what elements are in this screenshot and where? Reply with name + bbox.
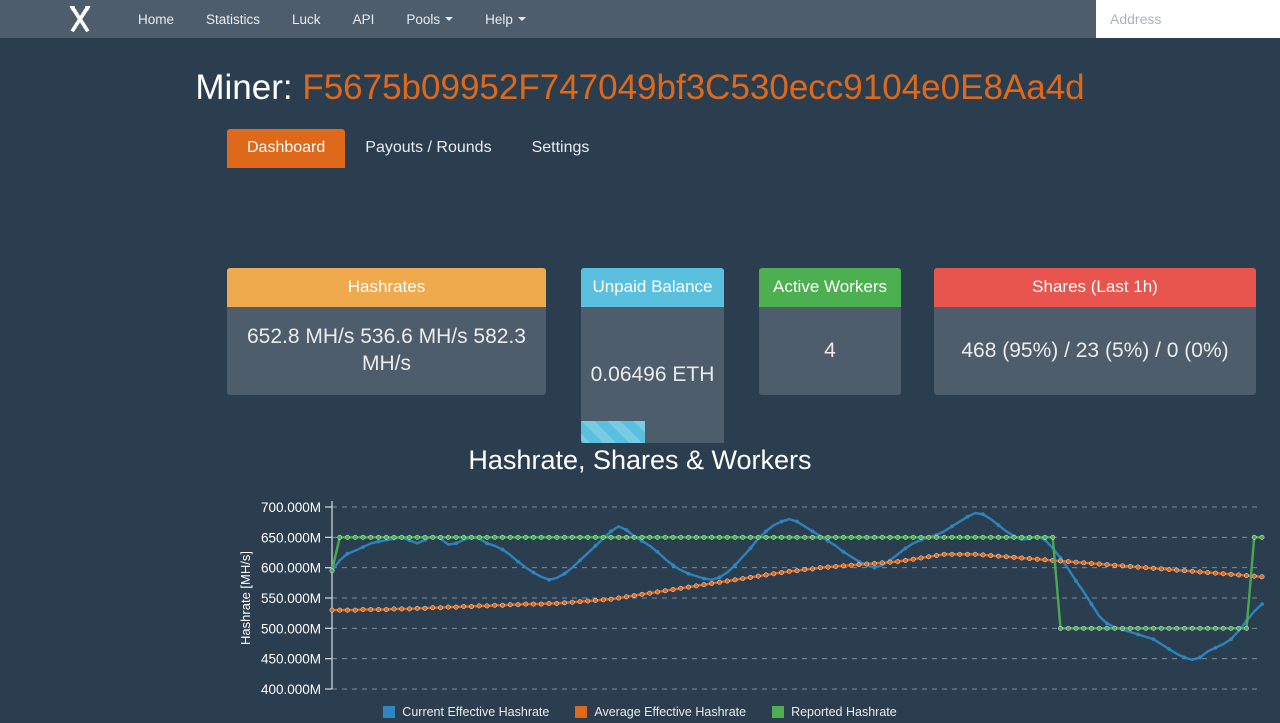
nav-link-label: Pools xyxy=(406,11,441,27)
card-hashrates-value: 652.8 MH/s 536.6 MH/s 582.3 MH/s xyxy=(247,325,526,375)
card-shares: Shares (Last 1h) 468 (95%) / 23 (5%) / 0… xyxy=(934,268,1256,395)
chevron-down-icon xyxy=(445,17,454,21)
crossed-hammers-icon xyxy=(69,6,91,33)
legend-label: Average Effective Hashrate xyxy=(594,705,747,719)
nav-link-label: Statistics xyxy=(206,11,261,27)
tab-dashboard[interactable]: Dashboard xyxy=(227,129,346,168)
svg-text:650.000M: 650.000M xyxy=(261,530,321,545)
card-unpaid-balance-title: Unpaid Balance xyxy=(581,268,724,307)
svg-text:600.000M: 600.000M xyxy=(261,561,321,576)
svg-text:400.000M: 400.000M xyxy=(261,682,321,697)
miner-address: F5675b09952F747049bf3C530ecc9104e0E8Aa4d xyxy=(302,68,1085,107)
nav-link-label: Luck xyxy=(292,11,321,27)
svg-text:450.000M: 450.000M xyxy=(261,652,321,667)
chart-plot-area[interactable]: 700.000M 650.000M 600.000M 550.000M 500.000M… xyxy=(0,493,1280,723)
legend-label: Current Effective Hashrate xyxy=(402,705,550,719)
tab-label: Payouts / Rounds xyxy=(365,139,492,156)
card-hashrates-body: 652.8 MH/s 536.6 MH/s 582.3 MH/s xyxy=(227,306,546,395)
tab-bar: Dashboard Payouts / Rounds Settings xyxy=(227,129,609,168)
tab-payouts-rounds[interactable]: Payouts / Rounds xyxy=(345,129,511,168)
page-title: Miner: F5675b09952F747049bf3C530ecc9104e… xyxy=(0,68,1280,108)
card-unpaid-balance: Unpaid Balance 0.06496 ETH xyxy=(581,268,724,443)
address-search-input[interactable] xyxy=(1096,0,1280,38)
miner-label: Miner: xyxy=(195,68,303,107)
site-logo[interactable] xyxy=(60,0,100,38)
legend-swatch xyxy=(575,706,588,718)
legend-swatch xyxy=(772,706,785,718)
nav-links: Home Statistics Luck API Pools Help xyxy=(122,0,542,38)
card-active-workers-title: Active Workers xyxy=(759,268,901,307)
card-active-workers: Active Workers 4 xyxy=(759,268,901,395)
legend-item-average-effective-hashrate[interactable]: Average Effective Hashrate xyxy=(575,705,746,719)
navbar: Home Statistics Luck API Pools Help xyxy=(0,0,1280,38)
svg-text:550.000M: 550.000M xyxy=(261,591,321,606)
card-active-workers-value: 4 xyxy=(824,338,836,362)
card-shares-value: 468 (95%) / 23 (5%) / 0 (0%) xyxy=(961,338,1229,362)
nav-link-label: Help xyxy=(485,11,513,27)
card-unpaid-balance-body: 0.06496 ETH xyxy=(581,306,724,443)
legend-swatch xyxy=(383,706,396,718)
tab-label: Dashboard xyxy=(247,139,326,156)
chevron-down-icon xyxy=(517,17,526,21)
card-unpaid-balance-value: 0.06496 ETH xyxy=(590,362,715,386)
svg-text:Hashrate [MH/s]: Hashrate [MH/s] xyxy=(238,551,253,645)
payout-progress-bar xyxy=(581,420,646,443)
chart-title: Hashrate, Shares & Workers xyxy=(468,445,812,475)
hashrate-line-chart: 700.000M 650.000M 600.000M 550.000M 500.000M… xyxy=(238,500,1265,697)
stat-cards: Hashrates 652.8 MH/s 536.6 MH/s 582.3 MH… xyxy=(0,228,1280,443)
card-shares-title: Shares (Last 1h) xyxy=(934,268,1256,307)
nav-link-label: Home xyxy=(138,11,175,27)
card-active-workers-body: 4 xyxy=(759,306,901,395)
hashrate-chart-section: Hashrate, Shares & Workers 700.000M 650.0… xyxy=(0,443,1280,720)
card-shares-body: 468 (95%) / 23 (5%) / 0 (0%) xyxy=(934,306,1256,395)
svg-text:500.000M: 500.000M xyxy=(261,621,321,636)
legend-label: Reported Hashrate xyxy=(791,705,897,719)
legend-item-current-effective-hashrate[interactable]: Current Effective Hashrate xyxy=(383,705,549,719)
nav-link-statistics[interactable]: Statistics xyxy=(190,0,276,38)
nav-link-pools[interactable]: Pools xyxy=(390,0,469,38)
nav-link-label: API xyxy=(352,11,375,27)
page-content: Miner: F5675b09952F747049bf3C530ecc9104e… xyxy=(0,38,1280,720)
payout-progress-track xyxy=(581,420,724,443)
tab-settings[interactable]: Settings xyxy=(512,129,610,168)
chart-legend: Current Effective Hashrate Average Effec… xyxy=(0,705,1280,719)
svg-text:700.000M: 700.000M xyxy=(261,500,321,515)
tab-label: Settings xyxy=(531,139,590,156)
nav-link-help[interactable]: Help xyxy=(469,0,542,38)
nav-link-luck[interactable]: Luck xyxy=(276,0,337,38)
legend-item-reported-hashrate[interactable]: Reported Hashrate xyxy=(772,705,897,719)
nav-link-home[interactable]: Home xyxy=(122,0,190,38)
card-hashrates: Hashrates 652.8 MH/s 536.6 MH/s 582.3 MH… xyxy=(227,268,546,395)
nav-link-api[interactable]: API xyxy=(337,0,391,38)
card-hashrates-title: Hashrates xyxy=(227,268,546,307)
